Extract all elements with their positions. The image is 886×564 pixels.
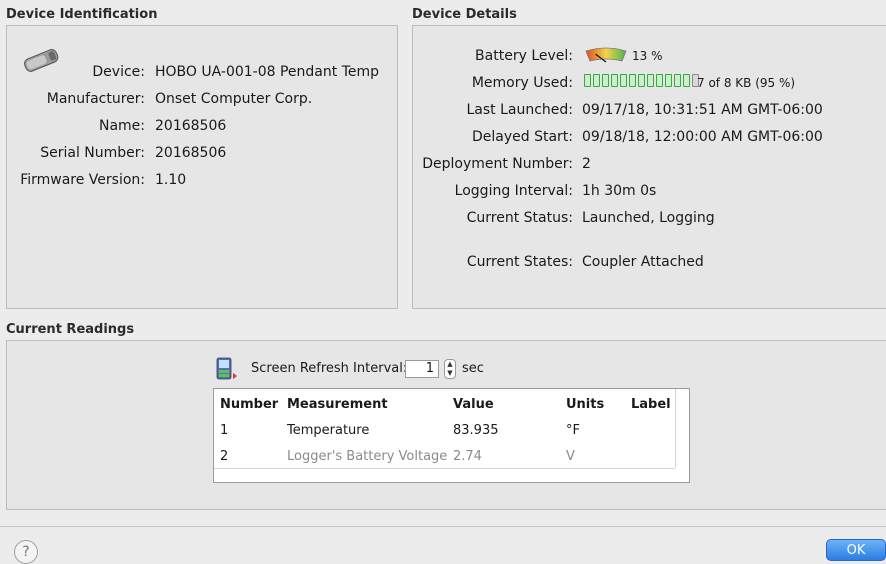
memory-segment <box>647 74 654 87</box>
last-launched-label: Last Launched: <box>466 102 573 118</box>
name-value: 20168506 <box>155 118 227 134</box>
memory-segment <box>665 74 672 87</box>
memory-segment <box>602 74 609 87</box>
row-1-number: 1 <box>220 423 229 438</box>
stepper-down-icon[interactable]: ▼ <box>445 369 455 378</box>
name-label: Name: <box>98 118 145 134</box>
memory-segment <box>584 74 591 87</box>
last-launched-value: 09/17/18, 10:31:51 AM GMT-06:00 <box>582 102 823 118</box>
current-status-value: Launched, Logging <box>582 210 715 226</box>
table-bottom-divider <box>214 468 675 469</box>
battery-gauge <box>585 47 627 63</box>
refresh-interval-stepper[interactable]: ▲ ▼ <box>444 359 456 379</box>
manufacturer-value: Onset Computer Corp. <box>155 91 313 107</box>
current-states-value: Coupler Attached <box>582 254 704 270</box>
deployment-number-label: Deployment Number: <box>422 156 573 172</box>
battery-percent: 13 % <box>632 49 663 63</box>
current-status-label: Current Status: <box>466 210 573 226</box>
device-identification-title: Device Identification <box>6 7 158 22</box>
help-button[interactable]: ? <box>14 540 38 564</box>
memory-segment <box>674 74 681 87</box>
readings-table: Number Measurement Value Units Label 1 T… <box>213 388 690 483</box>
serial-number-label: Serial Number: <box>40 145 145 161</box>
column-header-number[interactable]: Number <box>220 397 278 412</box>
device-details-title: Device Details <box>412 7 517 22</box>
refresh-interval-unit: sec <box>462 361 484 376</box>
battery-level-label: Battery Level: <box>475 48 573 64</box>
refresh-interval-label: Screen Refresh Interval: <box>251 361 408 376</box>
row-1-units: °F <box>566 423 580 438</box>
memory-segment <box>620 74 627 87</box>
firmware-version-label: Firmware Version: <box>20 172 145 188</box>
device-value: HOBO UA-001-08 Pendant Temp <box>155 64 379 80</box>
pendant-logger-icon <box>23 49 59 72</box>
serial-number-value: 20168506 <box>155 145 227 161</box>
delayed-start-value: 09/18/18, 12:00:00 AM GMT-06:00 <box>582 129 823 145</box>
refresh-device-icon <box>216 357 237 380</box>
logging-interval-label: Logging Interval: <box>454 183 573 199</box>
memory-segment <box>683 74 690 87</box>
column-header-value[interactable]: Value <box>453 397 494 412</box>
memory-segment <box>629 74 636 87</box>
stepper-up-icon[interactable]: ▲ <box>445 360 455 369</box>
logging-interval-value: 1h 30m 0s <box>582 183 657 199</box>
row-2-number: 2 <box>220 449 229 464</box>
memory-segment <box>656 74 663 87</box>
current-states-label: Current States: <box>466 254 573 270</box>
memory-segment <box>638 74 645 87</box>
device-label: Device: <box>92 64 145 80</box>
row-2-measurement: Logger's Battery Voltage <box>287 449 448 464</box>
row-2-units: V <box>566 449 575 464</box>
memory-used-text: 7 of 8 KB (95 %) <box>697 76 796 90</box>
memory-bar <box>584 74 699 90</box>
row-1-measurement: Temperature <box>287 423 370 438</box>
delayed-start-label: Delayed Start: <box>471 129 573 145</box>
column-header-measurement[interactable]: Measurement <box>287 397 388 412</box>
column-header-units[interactable]: Units <box>566 397 604 412</box>
column-header-label[interactable]: Label <box>631 397 671 412</box>
memory-segment <box>611 74 618 87</box>
row-1-value: 83.935 <box>453 423 499 438</box>
table-right-divider <box>675 389 676 468</box>
memory-used-label: Memory Used: <box>471 75 573 91</box>
ok-button[interactable]: OK <box>826 539 886 561</box>
refresh-interval-input[interactable]: 1 <box>405 360 439 378</box>
row-2-value: 2.74 <box>453 449 482 464</box>
firmware-version-value: 1.10 <box>155 172 187 188</box>
manufacturer-label: Manufacturer: <box>46 91 145 107</box>
deployment-number-value: 2 <box>582 156 591 172</box>
footer-divider <box>0 526 886 527</box>
current-readings-title: Current Readings <box>6 322 135 337</box>
memory-segment <box>593 74 600 87</box>
